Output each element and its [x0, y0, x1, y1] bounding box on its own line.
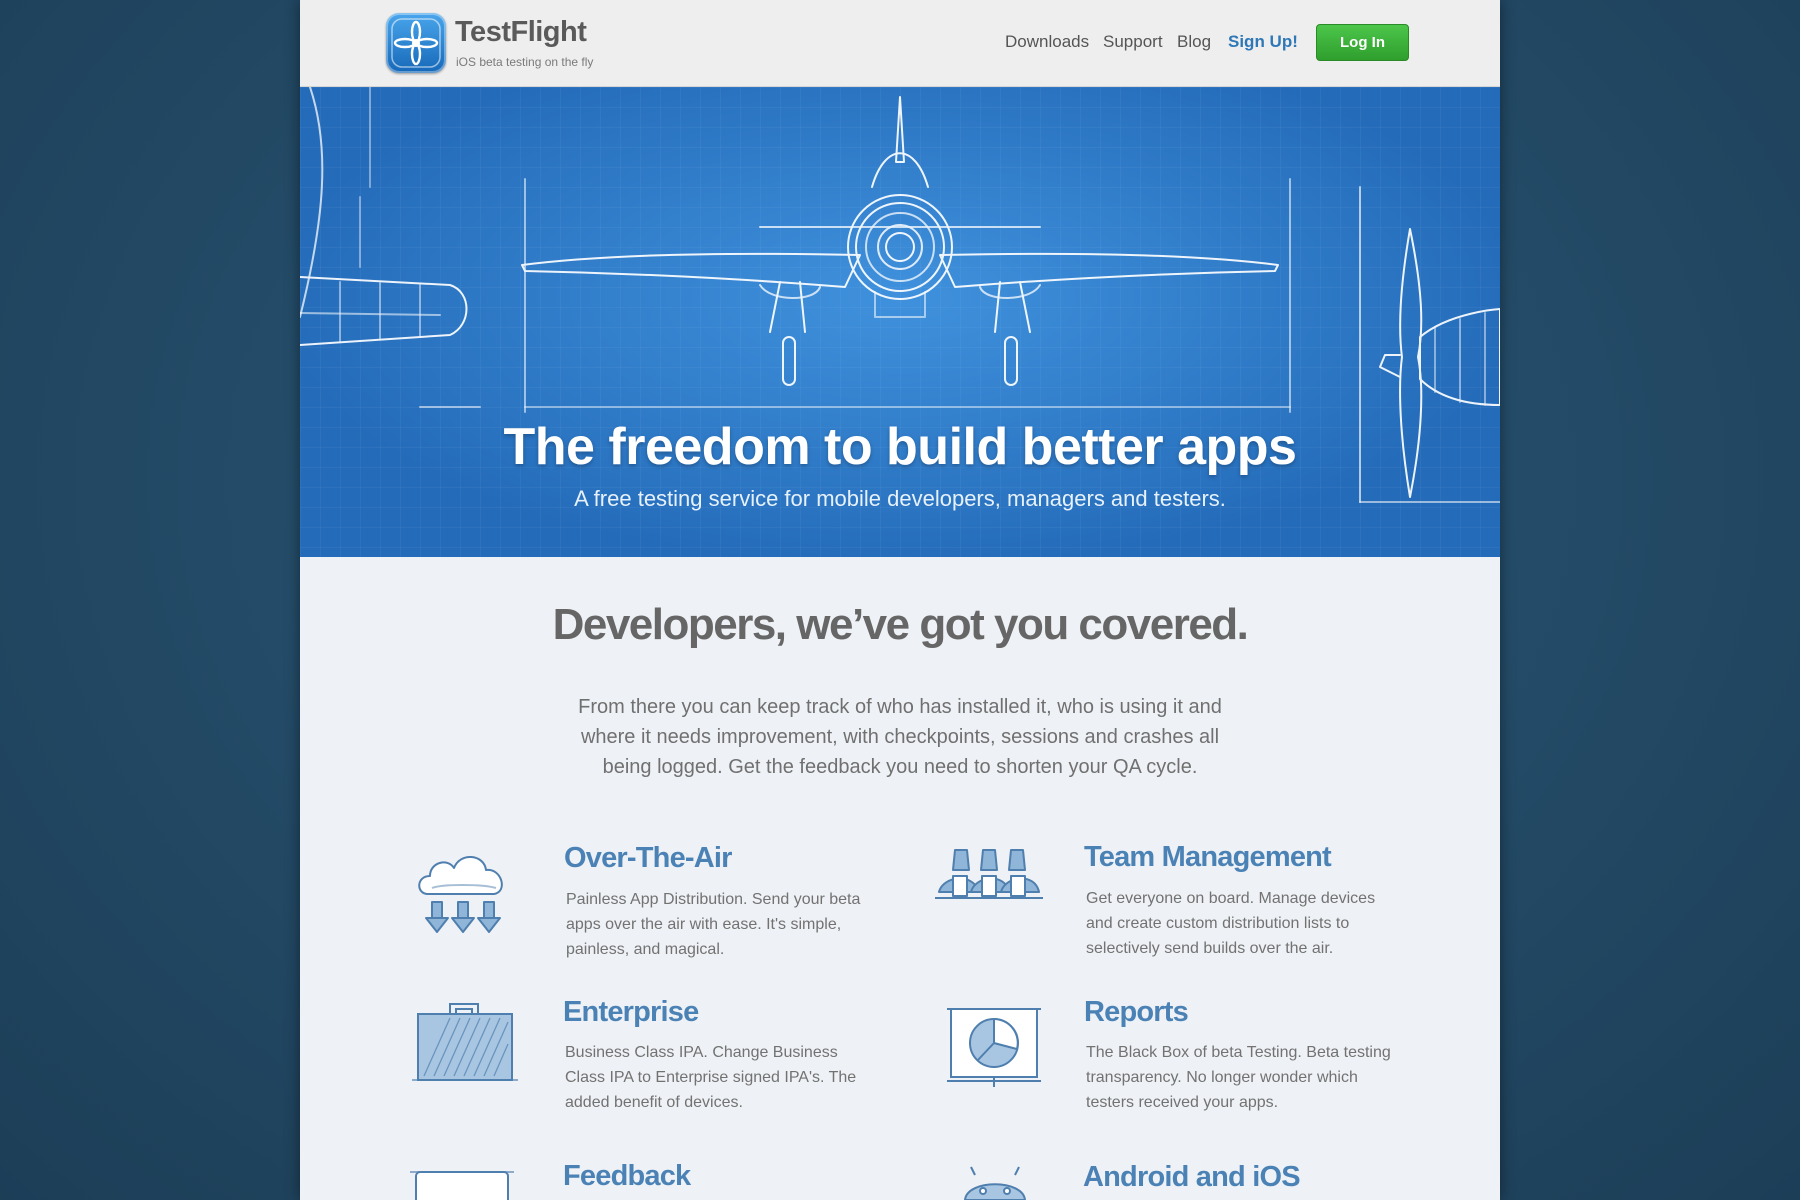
testflight-logo-icon[interactable] [386, 13, 446, 73]
nav-downloads-link[interactable]: Downloads [1005, 32, 1089, 52]
nav-blog-link[interactable]: Blog [1177, 32, 1211, 52]
feature-reports-title: Reports [1084, 996, 1189, 1028]
feature-over-the-air-title: Over-The-Air [564, 842, 732, 874]
feature-android-ios-title: Android and iOS [1083, 1161, 1301, 1193]
feature-feedback-title: Feedback [563, 1160, 691, 1192]
team-icon [935, 849, 1043, 899]
presentation-chart-icon [947, 1008, 1041, 1087]
feature-over-the-air-description: Painless App Distribution. Send your bet… [566, 891, 861, 958]
page: TestFlight iOS beta testing on the fly D… [300, 0, 1500, 1200]
android-icon [963, 1166, 1027, 1200]
nav-support-link[interactable]: Support [1103, 32, 1163, 52]
nav-signup-link[interactable]: Sign Up! [1228, 32, 1298, 52]
login-button[interactable]: Log In [1316, 24, 1409, 61]
feedback-window-icon [410, 1171, 514, 1200]
feature-team-management-description: Get everyone on board. Manage devices an… [1086, 890, 1376, 957]
feature-enterprise-title: Enterprise [563, 996, 699, 1028]
feature-team-management-title: Team Management [1084, 841, 1332, 873]
developers-heading: Developers, we’ve got you covered. [552, 600, 1249, 649]
hero-banner: The freedom to build better apps A free … [300, 87, 1500, 557]
hero-title: The freedom to build better apps [503, 418, 1297, 476]
feature-reports-description: The Black Box of beta Testing. Beta test… [1086, 1044, 1391, 1111]
brand-name[interactable]: TestFlight [455, 16, 587, 49]
briefcase-icon [412, 1003, 518, 1081]
brand-tagline: iOS beta testing on the fly [456, 55, 594, 69]
site-header: TestFlight iOS beta testing on the fly D… [300, 0, 1500, 87]
hero-subtitle: A free testing service for mobile develo… [574, 486, 1226, 511]
cloud-download-icon [418, 856, 503, 933]
feature-enterprise-description: Business Class IPA. Change Business Clas… [565, 1044, 857, 1111]
developers-description: From there you can keep track of who has… [578, 696, 1222, 778]
